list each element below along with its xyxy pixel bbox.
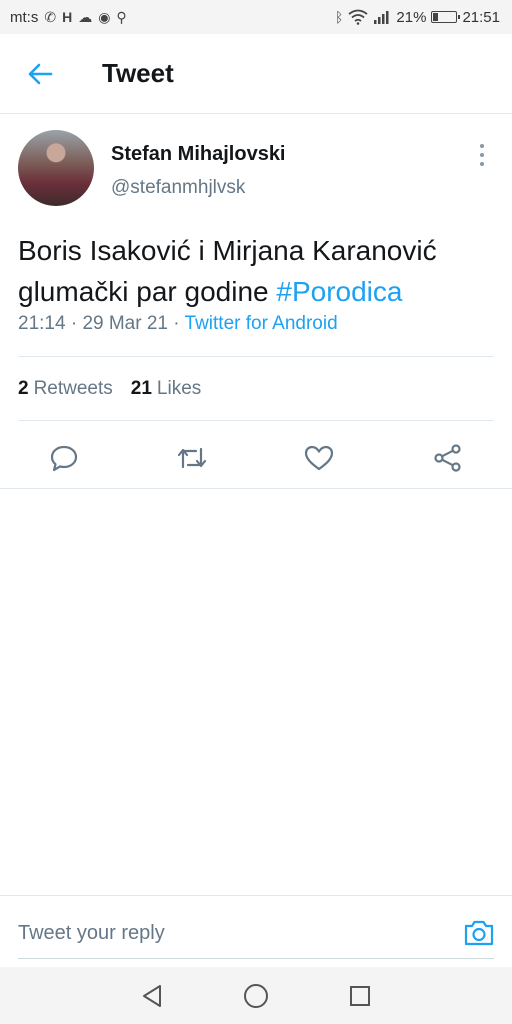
tweet-meta: 21:14 · 29 Mar 21 · Twitter for Android [18,313,338,335]
battery-icon [431,11,461,23]
square-recents-icon [350,985,370,1006]
reply-button[interactable] [42,436,86,480]
nav-recents-button[interactable] [340,976,380,1016]
camera-icon [464,920,494,946]
triangle-back-icon [143,984,161,1007]
system-nav-bar [0,967,512,1024]
hashtag-link[interactable]: #Porodica [276,276,402,307]
reply-icon [50,445,78,472]
bluetooth-icon: ᛒ [335,9,344,25]
back-button[interactable] [0,34,80,114]
camera-button[interactable] [462,916,496,950]
share-button[interactable] [426,436,470,480]
meta-separator: · [70,313,78,334]
likes-count: 21 [130,378,152,399]
battery-fill [433,13,439,21]
notification-icon: ⚲ [116,8,127,25]
author-name[interactable]: Stefan Mihajlovski [111,143,286,166]
avatar[interactable] [18,130,94,206]
like-icon [304,445,334,471]
author-row: Stefan Mihajlovski @stefanmhjlvsk [0,114,512,212]
meta-separator: · [173,313,180,334]
tweet-date: 29 Mar 21 [82,313,168,334]
nav-home-button[interactable] [236,976,276,1016]
more-dot [480,153,484,157]
more-options-button[interactable] [472,144,492,166]
cloud-icon: ☁ [78,8,93,25]
tweet-text: Boris Isaković i Mirjana Karanović gluma… [18,230,498,312]
reply-bar [0,895,512,967]
page-title: Tweet [102,58,174,88]
wifi-icon [348,9,368,25]
like-button[interactable] [297,436,341,480]
divider [0,488,512,489]
divider [18,356,494,357]
carrier-label: mt:s [10,8,39,26]
share-icon [434,444,461,472]
reply-underline [18,958,494,959]
divider [18,420,494,421]
author-handle[interactable]: @stefanmhjlvsk [111,177,245,199]
action-bar [0,426,512,490]
retweet-button[interactable] [170,436,214,480]
retweets-stat[interactable]: 2 Retweets [18,378,113,400]
tweet-source-link[interactable]: Twitter for Android [185,313,338,334]
battery-percent: 21% [396,8,427,26]
status-bar: mt:s ✆ H ☁ ◉ ⚲ ᛒ 21% 21:51 [0,0,512,34]
reply-input[interactable] [18,918,438,948]
clock: 21:51 [462,8,500,26]
signal-icon [374,11,389,24]
arrow-left-icon [28,63,53,84]
chrome-icon: ◉ [98,8,111,25]
likes-stat[interactable]: 21 Likes [131,378,202,400]
app-bar: Tweet [0,34,512,114]
retweets-count: 2 [18,378,29,399]
more-dot [480,144,484,148]
status-right: ᛒ 21% 21:51 [335,9,500,26]
circle-home-icon [244,983,268,1008]
nav-back-button[interactable] [132,976,172,1016]
status-left: mt:s ✆ H ☁ ◉ ⚲ [10,9,127,26]
tweet-detail: Stefan Mihajlovski @stefanmhjlvsk Boris … [0,114,512,489]
retweet-icon [177,447,207,469]
stats-row: 2 Retweets 21 Likes [18,378,201,400]
more-dot [480,162,484,166]
likes-label: Likes [156,378,202,399]
retweets-label: Retweets [33,378,113,399]
phone-icon: ✆ [44,8,57,25]
h-icon: H [62,9,73,25]
tweet-time: 21:14 [18,313,66,334]
